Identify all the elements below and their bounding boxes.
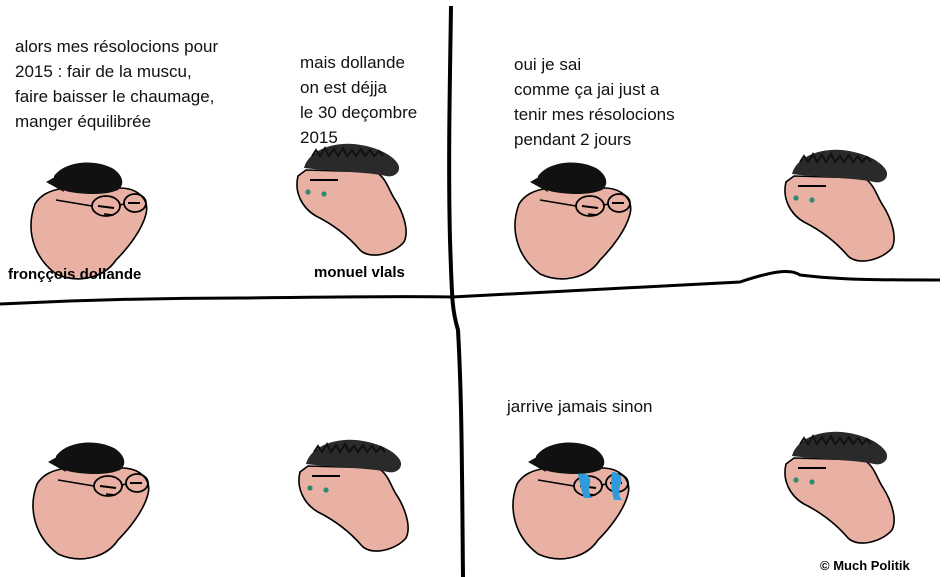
name-label-dollande: fronççois dollande xyxy=(8,266,142,283)
character-dollande xyxy=(32,441,150,560)
character-dollande xyxy=(30,161,148,280)
speech-dollande-panel2: oui je sai comme ça jai just a tenir mes… xyxy=(514,55,675,149)
character-vlals xyxy=(295,142,408,257)
character-vlals xyxy=(783,148,896,263)
character-vlals xyxy=(297,438,410,553)
character-dollande-crying xyxy=(512,441,630,560)
panel-border-horizontal-left xyxy=(0,295,453,306)
credit-watermark: © Much Politik xyxy=(820,558,910,573)
speech-vlals-panel1: mais dollande on est déjja le 30 deçombr… xyxy=(300,53,418,147)
speech-dollande-panel4: jarrive jamais sinon xyxy=(507,397,653,416)
speech-dollande-panel1: alors mes résolocions pour 2015 : fair d… xyxy=(15,37,219,131)
character-vlals xyxy=(783,430,896,545)
character-dollande xyxy=(514,161,632,280)
panel-border-horizontal-right xyxy=(451,269,941,299)
panel-border-vertical xyxy=(447,5,465,577)
name-label-vlals: monuel vlals xyxy=(314,264,405,281)
